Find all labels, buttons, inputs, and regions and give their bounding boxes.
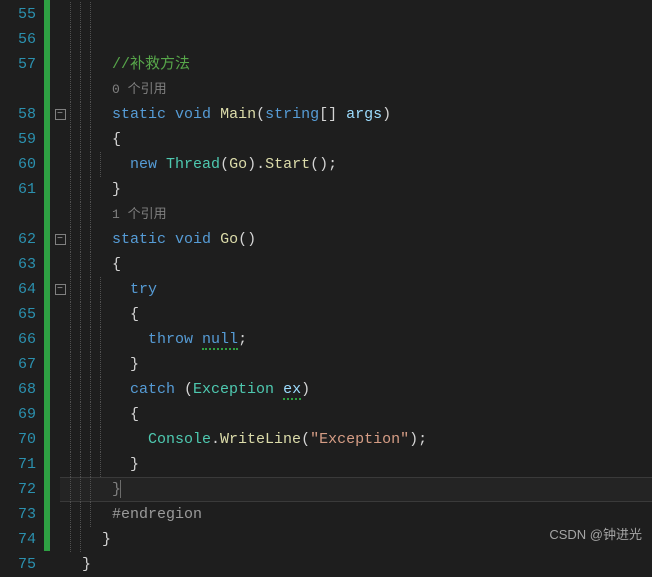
- line-number: 70: [0, 427, 36, 452]
- line-number: 61: [0, 177, 36, 202]
- line-number: 67: [0, 352, 36, 377]
- line-number-gutter: 55 56 57 58 59 60 61 62 63 64 65 66 67 6…: [0, 0, 44, 551]
- line-number: 72: [0, 477, 36, 502]
- line-number: 66: [0, 327, 36, 352]
- line-number: 75: [0, 552, 36, 577]
- line-number: 56: [0, 27, 36, 52]
- line-number: 63: [0, 252, 36, 277]
- line-number: 57: [0, 52, 36, 77]
- watermark: CSDN @钟进光: [549, 524, 642, 543]
- line-number: 65: [0, 302, 36, 327]
- line-number: 71: [0, 452, 36, 477]
- line-number: 62: [0, 227, 36, 252]
- line-number: 55: [0, 2, 36, 27]
- line-number: 60: [0, 152, 36, 177]
- line-number: 73: [0, 502, 36, 527]
- line-number: 74: [0, 527, 36, 552]
- region-directive: #endregion: [112, 506, 202, 523]
- line-number: 64: [0, 277, 36, 302]
- fold-gutter[interactable]: − − −: [50, 0, 70, 551]
- comment: //补救方法: [112, 56, 190, 73]
- line-number: 58: [0, 102, 36, 127]
- fold-toggle-icon[interactable]: −: [55, 234, 66, 245]
- codelens-references[interactable]: 0 个引用: [112, 82, 167, 97]
- fold-toggle-icon[interactable]: −: [55, 109, 66, 120]
- codelens-references[interactable]: 1 个引用: [112, 207, 167, 222]
- indent-guides: [70, 0, 112, 551]
- fold-toggle-icon[interactable]: −: [55, 284, 66, 295]
- line-number: 68: [0, 377, 36, 402]
- code-editor[interactable]: 55 56 57 58 59 60 61 62 63 64 65 66 67 6…: [0, 0, 652, 551]
- code-content[interactable]: //补救方法 0 个引用 static void Main(string[] a…: [112, 0, 652, 551]
- line-number: 59: [0, 127, 36, 152]
- line-number: 69: [0, 402, 36, 427]
